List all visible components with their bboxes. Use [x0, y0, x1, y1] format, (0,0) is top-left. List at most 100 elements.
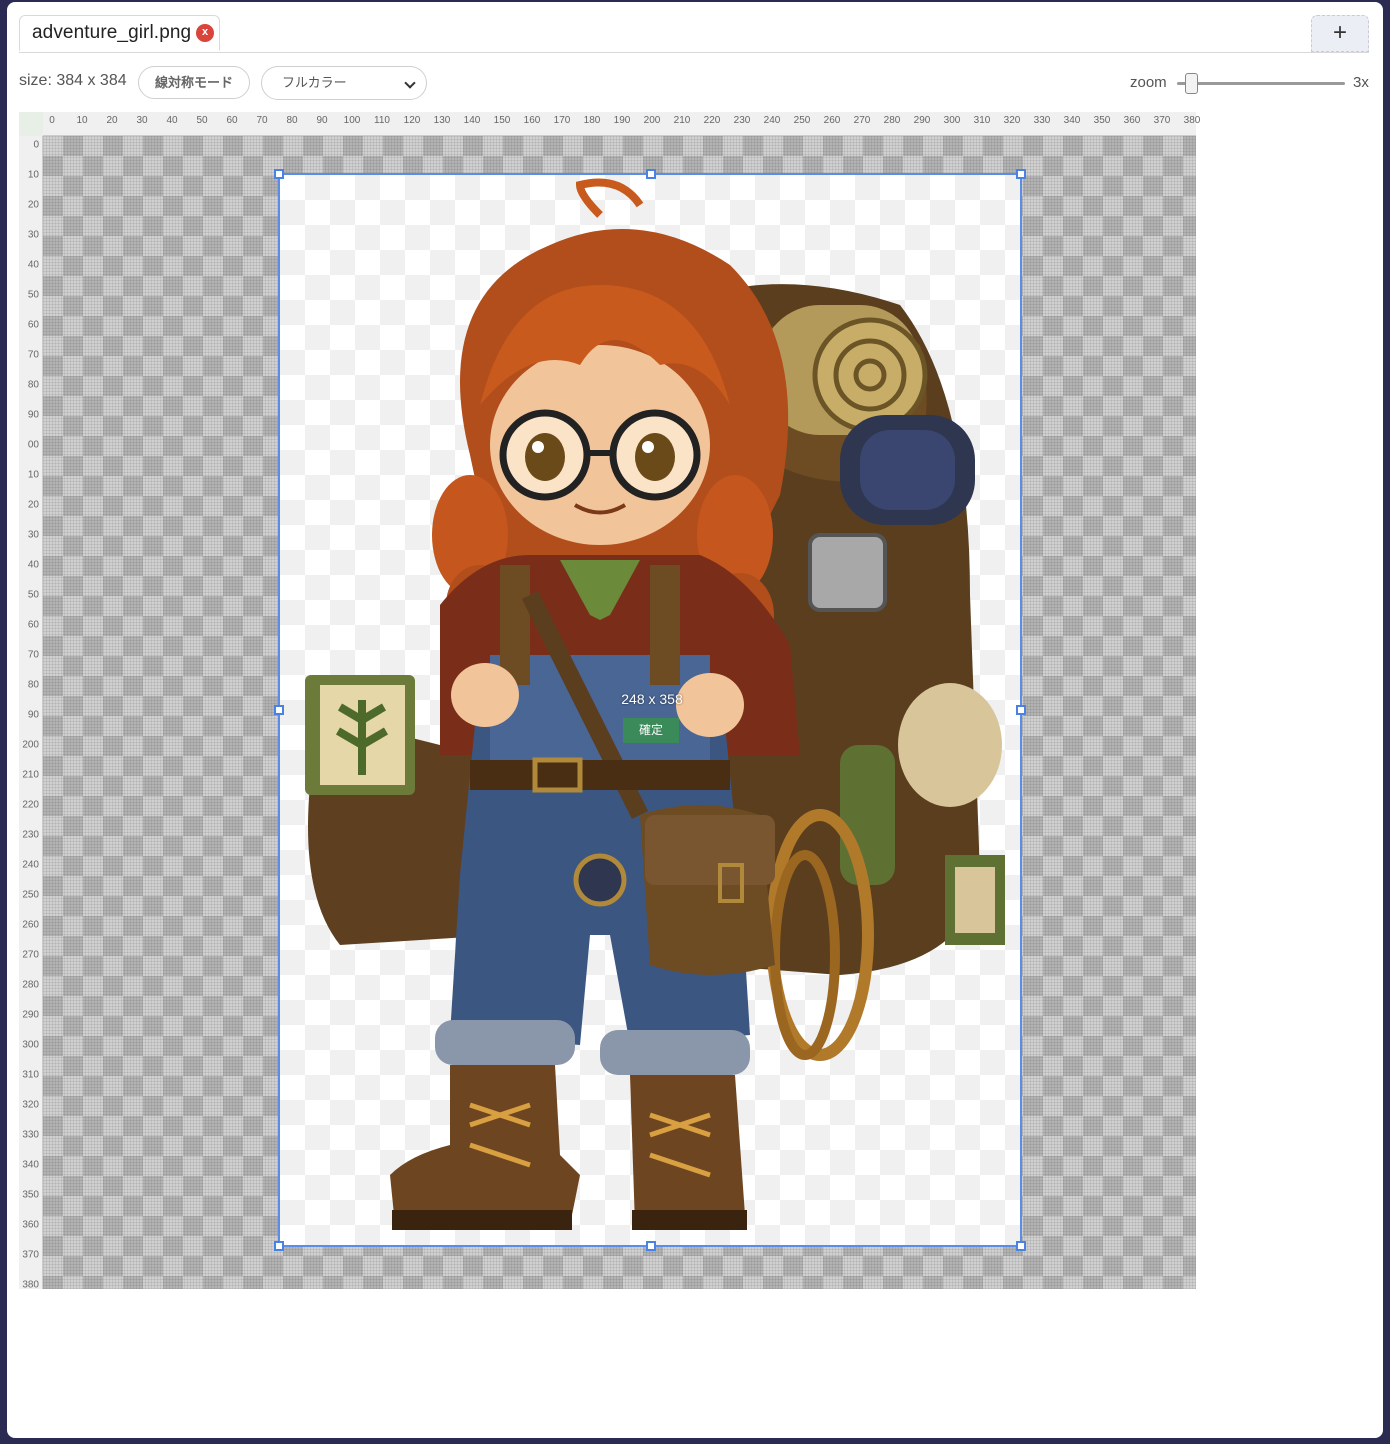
ruler-left-tick: 70 — [27, 349, 39, 361]
ruler-left-tick: 340 — [22, 1159, 39, 1171]
ruler-top-tick: 180 — [583, 115, 601, 126]
ruler-left-tick: 20 — [27, 499, 39, 511]
ruler-left-tick: 00 — [27, 439, 39, 451]
ruler-top-tick: 370 — [1153, 115, 1171, 126]
ruler-left-tick: 20 — [27, 199, 39, 211]
ruler-top-tick: 360 — [1123, 115, 1141, 126]
ruler-top-tick: 340 — [1063, 115, 1081, 126]
ruler-top-tick: 210 — [673, 115, 691, 126]
ruler-top-tick: 120 — [403, 115, 421, 126]
ruler-top-tick: 160 — [523, 115, 541, 126]
tab-label: adventure_girl.png — [32, 22, 192, 43]
ruler-left-tick: 50 — [27, 589, 39, 601]
ruler-left-tick: 90 — [27, 709, 39, 721]
tab-bar: adventure_girl.png x + — [19, 15, 1369, 53]
ruler-top-tick: 330 — [1033, 115, 1051, 126]
zoom-slider-thumb[interactable] — [1184, 73, 1198, 94]
resize-handle-top[interactable] — [646, 169, 656, 179]
ruler-left-tick: 30 — [27, 229, 39, 241]
ruler-left-tick: 270 — [22, 949, 39, 961]
ruler-top-tick: 300 — [943, 115, 961, 126]
ruler-left-tick: 50 — [27, 289, 39, 301]
chevron-down-icon — [404, 77, 416, 89]
resize-handle-top-left[interactable] — [274, 169, 284, 179]
ruler-top-tick: 170 — [553, 115, 571, 126]
adventure-girl-sprite — [305, 178, 1005, 1230]
pixel-canvas[interactable]: 248 x 358 確定 — [43, 136, 1196, 1289]
ruler-top: 0 10 20 30 40 50 60 70 80 90 100 110 120 130 140 150 160… — [43, 112, 1200, 136]
ruler-left-tick: 40 — [27, 259, 39, 271]
ruler-top-tick: 70 — [256, 115, 268, 126]
ruler-left-tick: 330 — [22, 1129, 39, 1141]
ruler-left-tick: 260 — [22, 919, 39, 931]
tab-adventure-girl[interactable]: adventure_girl.png x — [19, 15, 220, 51]
ruler-top-tick: 0 — [49, 115, 55, 126]
ruler-left-tick: 90 — [27, 409, 39, 421]
color-mode-value: フルカラー — [282, 75, 347, 90]
ruler-left-tick: 320 — [22, 1099, 39, 1111]
ruler-left-tick: 360 — [22, 1219, 39, 1231]
ruler-top-tick: 110 — [374, 115, 390, 126]
ruler-top-tick: 260 — [823, 115, 841, 126]
zoom-value: 3x — [1353, 74, 1369, 91]
resize-handle-top-right[interactable] — [1016, 169, 1026, 179]
ruler-top-tick: 50 — [196, 115, 208, 126]
resize-handle-bottom-right[interactable] — [1016, 1241, 1026, 1251]
confirm-button[interactable]: 確定 — [623, 718, 679, 743]
resize-handle-left[interactable] — [274, 705, 284, 715]
ruler-left-tick: 200 — [22, 739, 39, 751]
ruler-left-tick: 220 — [22, 799, 39, 811]
ruler-left-tick: 80 — [27, 679, 39, 691]
ruler-left-tick: 230 — [22, 829, 39, 841]
add-tab-button[interactable]: + — [1311, 15, 1369, 52]
selection-size-label: 248 x 358 — [621, 691, 683, 707]
ruler-top-tick: 280 — [883, 115, 901, 126]
ruler-top-tick: 190 — [613, 115, 631, 126]
zoom-slider[interactable] — [1177, 82, 1345, 85]
ruler-left-tick: 380 — [22, 1279, 39, 1290]
ruler-left-tick: 60 — [27, 319, 39, 331]
close-icon[interactable]: x — [196, 24, 214, 42]
ruler-top-tick: 20 — [106, 115, 118, 126]
ruler-left-tick: 0 — [33, 139, 39, 151]
ruler-top-tick: 130 — [433, 115, 451, 126]
symmetry-mode-button[interactable]: 線対称モード — [138, 66, 250, 99]
resize-handle-right[interactable] — [1016, 705, 1026, 715]
image-size-label: size: 384 x 384 — [19, 72, 127, 89]
ruler-top-tick: 80 — [286, 115, 298, 126]
ruler-corner — [19, 112, 43, 136]
ruler-left-tick: 40 — [27, 559, 39, 571]
resize-handle-bottom[interactable] — [646, 1241, 656, 1251]
ruler-top-tick: 60 — [226, 115, 238, 126]
ruler-top-tick: 30 — [136, 115, 148, 126]
ruler-top-tick: 10 — [76, 115, 88, 126]
color-mode-select[interactable]: フルカラー — [261, 66, 427, 100]
ruler-left-tick: 60 — [27, 619, 39, 631]
ruler-left-tick: 70 — [27, 649, 39, 661]
ruler-top-tick: 220 — [703, 115, 721, 126]
ruler-top-tick: 150 — [493, 115, 511, 126]
ruler-top-tick: 230 — [733, 115, 751, 126]
ruler-top-tick: 140 — [463, 115, 481, 126]
ruler-left-tick: 300 — [22, 1039, 39, 1051]
ruler-top-tick: 310 — [973, 115, 991, 126]
resize-handle-bottom-left[interactable] — [274, 1241, 284, 1251]
ruler-top-tick: 100 — [343, 115, 361, 126]
ruler-left: 0 10 20 30 40 50 60 70 80 90 00 10 20 30 40 50 60 70 80 90 2… — [19, 136, 43, 1289]
ruler-top-tick: 270 — [853, 115, 871, 126]
ruler-top-tick: 350 — [1093, 115, 1111, 126]
ruler-top-tick: 240 — [763, 115, 781, 126]
ruler-left-tick: 240 — [22, 859, 39, 871]
crop-selection[interactable]: 248 x 358 確定 — [274, 169, 1026, 1251]
ruler-left-tick: 10 — [27, 469, 39, 481]
editor-window: adventure_girl.png x + size: 384 x 384 線… — [7, 2, 1383, 1438]
ruler-top-tick: 200 — [643, 115, 661, 126]
ruler-left-tick: 10 — [27, 169, 39, 181]
ruler-top-tick: 320 — [1003, 115, 1021, 126]
ruler-left-tick: 350 — [22, 1189, 39, 1201]
ruler-top-tick: 90 — [316, 115, 328, 126]
ruler-left-tick: 310 — [22, 1069, 39, 1081]
ruler-left-tick: 370 — [22, 1249, 39, 1261]
ruler-left-tick: 290 — [22, 1009, 39, 1021]
ruler-top-tick: 380 — [1183, 115, 1201, 126]
